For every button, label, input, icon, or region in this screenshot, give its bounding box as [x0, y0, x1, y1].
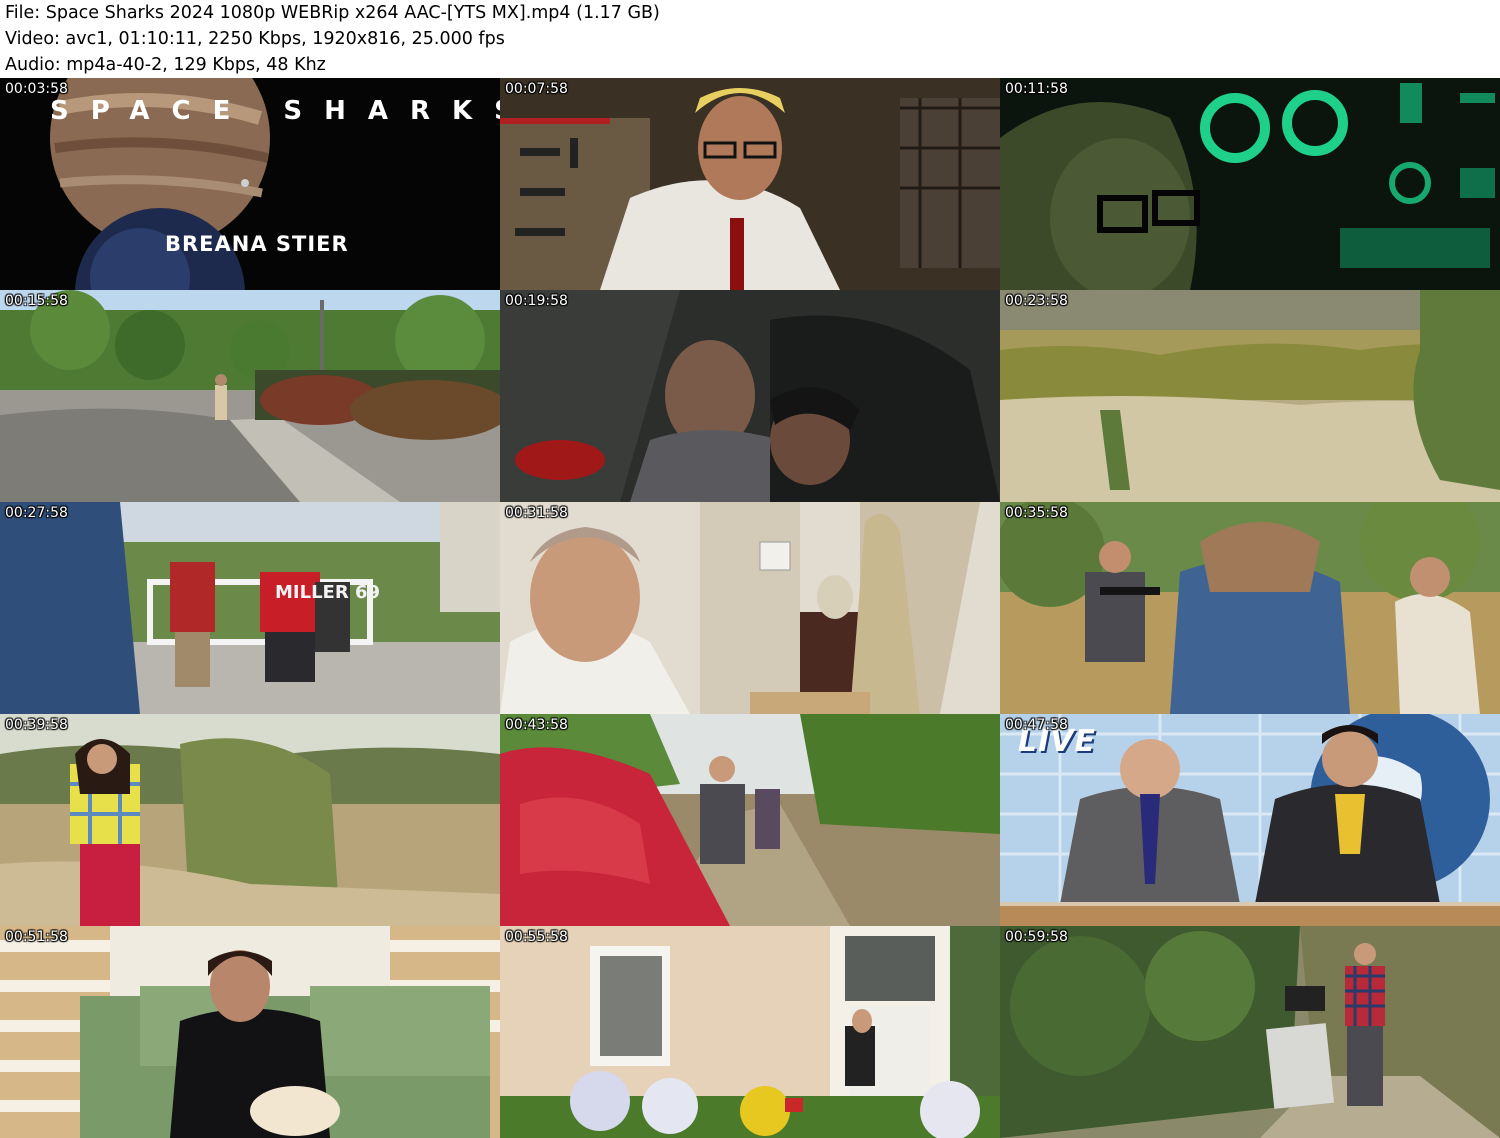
scene-group-walking [0, 502, 500, 714]
timestamp: 00:59:58 [1005, 929, 1068, 945]
thumbnail-5[interactable]: 00:19:58 [500, 290, 1000, 502]
timestamp: 00:03:58 [5, 81, 68, 97]
thumbnail-6[interactable]: 00:23:58 [1000, 290, 1500, 502]
timestamp: 00:27:58 [5, 505, 68, 521]
thumbnail-9[interactable]: 00:35:58 [1000, 502, 1500, 714]
thumbnail-11[interactable]: 00:43:58 [500, 714, 1000, 926]
timestamp: 00:51:58 [5, 929, 68, 945]
video-info-line: Video: avc1, 01:10:11, 2250 Kbps, 1920x8… [5, 29, 505, 49]
thumbnail-2[interactable]: 00:07:58 [500, 78, 1000, 290]
timestamp: 00:07:58 [505, 81, 568, 97]
scene-man-with-appliance [1000, 926, 1500, 1138]
thumbnail-4[interactable]: 00:15:58 [0, 290, 500, 502]
thumbnail-grid: SPACE SHARKS BREANA STIER 00:03:58 00:07… [0, 78, 1500, 1138]
timestamp: 00:47:58 [1005, 717, 1068, 733]
thumbnail-15[interactable]: 00:59:58 [1000, 926, 1500, 1138]
scene-suburban-sidewalk [0, 290, 500, 502]
timestamp: 00:15:58 [5, 293, 68, 309]
thumbnail-3[interactable]: 00:11:58 [1000, 78, 1500, 290]
movie-title-text: SPACE SHARKS [50, 96, 500, 126]
thumbnail-10[interactable]: 00:39:58 [0, 714, 500, 926]
file-info-line: File: Space Sharks 2024 1080p WEBRip x26… [5, 3, 660, 23]
timestamp: 00:35:58 [1005, 505, 1068, 521]
thumbnail-7[interactable]: MILLER 69 00:27:58 [0, 502, 500, 714]
timestamp: 00:39:58 [5, 717, 68, 733]
scene-man-couch [0, 926, 500, 1138]
audio-info-line: Audio: mp4a-40-2, 129 Kbps, 48 Khz [5, 55, 326, 75]
scene-house-entrance [500, 926, 1000, 1138]
scene-lab-scientist [500, 78, 1000, 290]
thumbnail-14[interactable]: 00:55:58 [500, 926, 1000, 1138]
timestamp: 00:23:58 [1005, 293, 1068, 309]
thumbnail-13[interactable]: 00:51:58 [0, 926, 500, 1138]
credit-name-text: BREANA STIER [165, 232, 349, 256]
timestamp: 00:55:58 [505, 929, 568, 945]
scene-man-green-screens [1000, 78, 1500, 290]
scene-dry-creek [1000, 290, 1500, 502]
file-info-header: File: Space Sharks 2024 1080p WEBRip x26… [0, 0, 1500, 78]
timestamp: 00:11:58 [1005, 81, 1068, 97]
scene-trail-running [500, 714, 1000, 926]
scene-woman-brush [0, 714, 500, 926]
scene-elderly-man-desk [500, 502, 1000, 714]
timestamp: 00:43:58 [505, 717, 568, 733]
scene-car-interior [500, 290, 1000, 502]
thumbnail-8[interactable]: 00:31:58 [500, 502, 1000, 714]
scene-field-confrontation [1000, 502, 1500, 714]
timestamp: 00:31:58 [505, 505, 568, 521]
timestamp: 00:19:58 [505, 293, 568, 309]
jersey-number-text: MILLER 69 [275, 582, 381, 603]
thumbnail-12[interactable]: LIVE 00:47:58 [1000, 714, 1500, 926]
thumbnail-1[interactable]: SPACE SHARKS BREANA STIER 00:03:58 [0, 78, 500, 290]
